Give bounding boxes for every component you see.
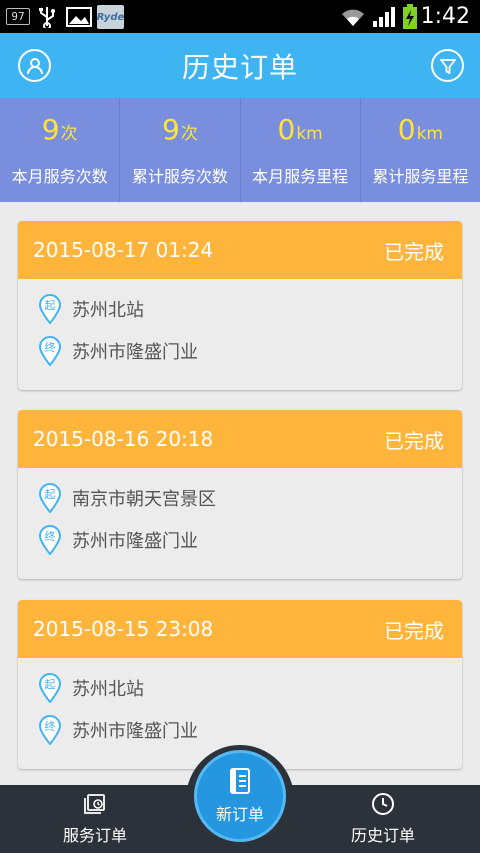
image-icon — [66, 0, 92, 33]
stat-monthly-count: 9次 本月服务次数 — [0, 98, 121, 202]
nav-service-orders[interactable]: 服务订单 — [45, 785, 145, 853]
stat-unit: km — [296, 124, 323, 144]
page-title: 历史订单 — [181, 50, 298, 84]
document-icon — [230, 768, 250, 794]
signal-icon — [372, 0, 398, 33]
start-pin-icon: 起 — [38, 294, 62, 324]
order-end-location: 终 苏州市隆盛门业 — [38, 336, 198, 366]
stat-total-mileage: 0 km 累计服务里程 — [361, 98, 480, 202]
order-status: 已完成 — [384, 239, 444, 264]
end-address: 苏州市隆盛门业 — [72, 531, 198, 552]
service-order-icon — [84, 794, 105, 814]
svg-text:终: 终 — [45, 719, 56, 733]
nav-label: 历史订单 — [350, 826, 415, 845]
stat-unit: 次 — [180, 124, 198, 144]
order-card-header: 2015-08-16 20:18 已完成 — [18, 410, 462, 468]
order-start-location: 起 苏州北站 — [38, 294, 144, 324]
stat-value: 9 — [161, 113, 180, 146]
stat-total-count: 9次 累计服务次数 — [120, 98, 241, 202]
start-pin-icon: 起 — [38, 483, 62, 513]
svg-text:起: 起 — [45, 678, 56, 691]
order-status: 已完成 — [384, 618, 444, 643]
stat-label: 累计服务次数 — [131, 167, 228, 186]
svg-text:终: 终 — [45, 529, 56, 543]
start-address: 南京市朝天宫景区 — [72, 489, 216, 510]
end-pin-icon: 终 — [38, 525, 62, 555]
order-card[interactable]: 2015-08-17 01:24 已完成 起 苏州北站 终 苏州市隆盛门业 — [18, 221, 462, 390]
order-end-location: 终 苏州市隆盛门业 — [38, 525, 198, 555]
end-address: 苏州市隆盛门业 — [72, 721, 198, 742]
stat-label: 本月服务次数 — [11, 167, 108, 186]
order-card[interactable]: 2015-08-16 20:18 已完成 起 南京市朝天宫景区 终 苏州市隆盛门… — [18, 410, 462, 579]
order-end-location: 终 苏州市隆盛门业 — [38, 715, 198, 745]
clock-icon — [372, 793, 394, 815]
filter-button[interactable] — [431, 49, 464, 82]
start-address: 苏州北站 — [72, 300, 144, 321]
battery-level-indicator: 97 — [6, 8, 30, 25]
stat-unit: km — [416, 124, 443, 144]
clock: 1:42 — [420, 4, 470, 29]
order-card-header: 2015-08-17 01:24 已完成 — [18, 221, 462, 279]
stat-value: 0 — [397, 113, 416, 146]
order-datetime: 2015-08-15 23:08 — [33, 617, 214, 641]
svg-text:起: 起 — [45, 299, 56, 312]
order-card-header: 2015-08-15 23:08 已完成 — [18, 600, 462, 658]
stat-unit: 次 — [60, 124, 78, 144]
wifi-icon — [340, 0, 366, 33]
svg-text:起: 起 — [45, 488, 56, 501]
svg-text:终: 终 — [45, 340, 56, 354]
start-address: 苏州北站 — [72, 679, 144, 700]
order-datetime: 2015-08-16 20:18 — [33, 427, 214, 451]
title-bar: 历史订单 — [0, 33, 480, 98]
end-pin-icon: 终 — [38, 715, 62, 745]
stat-monthly-mileage: 0 km 本月服务里程 — [241, 98, 361, 202]
battery-charging-icon — [402, 0, 418, 33]
nav-label: 服务订单 — [62, 826, 127, 845]
end-pin-icon: 终 — [38, 336, 62, 366]
order-card[interactable]: 2015-08-15 23:08 已完成 起 苏州北站 终 苏州市隆盛门业 — [18, 600, 462, 769]
nav-history-orders[interactable]: 历史订单 — [333, 785, 433, 853]
stat-value: 9 — [41, 113, 60, 146]
new-order-button[interactable]: 新订单 — [194, 750, 286, 842]
app-notification-badge: Ryde — [97, 5, 124, 29]
status-bar: 97 Ryde 1:42 — [0, 0, 480, 33]
stat-label: 累计服务里程 — [372, 167, 469, 186]
stat-label: 本月服务里程 — [252, 167, 349, 186]
order-status: 已完成 — [384, 428, 444, 453]
order-start-location: 起 南京市朝天宫景区 — [38, 483, 216, 513]
order-start-location: 起 苏州北站 — [38, 673, 144, 703]
usb-icon — [38, 0, 56, 33]
end-address: 苏州市隆盛门业 — [72, 342, 198, 363]
stat-value: 0 — [277, 113, 296, 146]
filter-icon — [439, 58, 456, 74]
service-stats: 9次 本月服务次数 9次 累计服务次数 0 km 本月服务里程 0 km 累计服务里… — [0, 98, 480, 202]
new-order-label: 新订单 — [215, 805, 264, 824]
start-pin-icon: 起 — [38, 673, 62, 703]
order-datetime: 2015-08-17 01:24 — [33, 238, 214, 262]
